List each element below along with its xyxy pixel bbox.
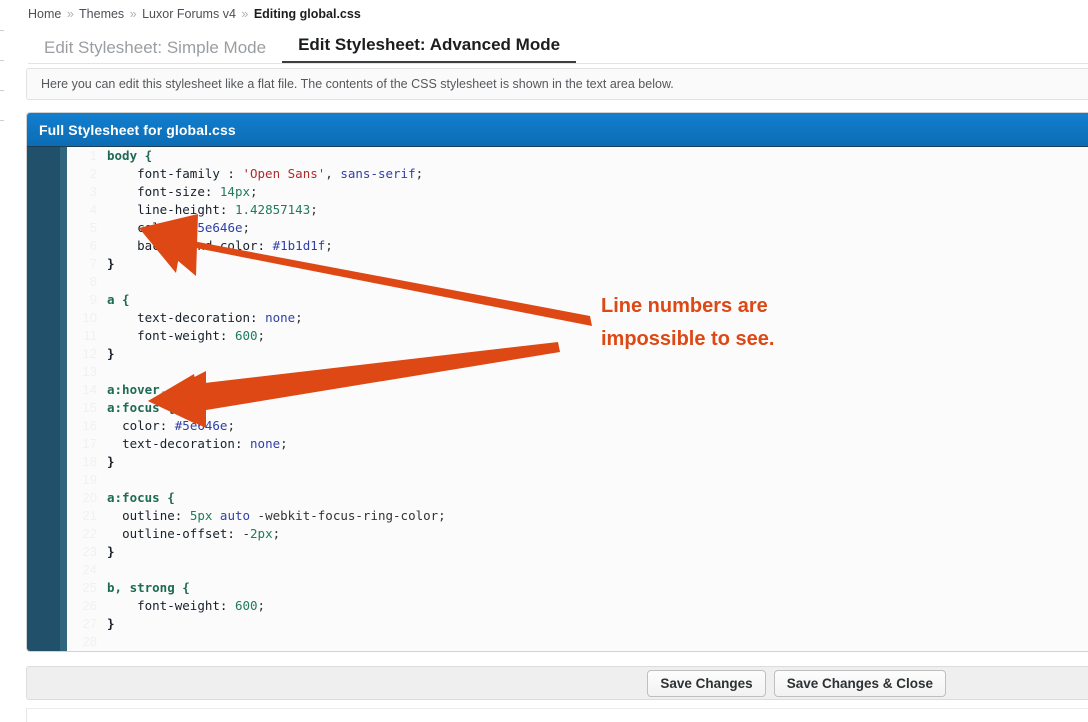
tab-simple-mode[interactable]: Edit Stylesheet: Simple Mode xyxy=(28,39,282,64)
tab-bar: Edit Stylesheet: Simple Mode Edit Styles… xyxy=(28,32,577,64)
line-number: 22 xyxy=(82,526,97,541)
line-number: 8 xyxy=(89,274,97,289)
breadcrumb-item-theme[interactable]: Luxor Forums v4 xyxy=(142,7,236,21)
code-line: 22 outline-offset: -2px; xyxy=(67,525,1088,543)
line-number: 2 xyxy=(89,166,97,181)
code-line: 13 xyxy=(67,363,1088,381)
info-bar: Here you can edit this stylesheet like a… xyxy=(26,68,1088,100)
info-bar-text: Here you can edit this stylesheet like a… xyxy=(41,77,674,91)
line-number: 11 xyxy=(83,328,98,343)
line-number: 25 xyxy=(82,580,97,595)
line-number: 15 xyxy=(82,400,97,415)
line-number: 20 xyxy=(82,490,97,505)
breadcrumb: Home » Themes » Luxor Forums v4 » Editin… xyxy=(28,7,361,21)
code-lines-container[interactable]: 1 body {2 font-family : 'Open Sans', sans… xyxy=(67,147,1088,651)
line-number: 3 xyxy=(89,184,97,199)
code-line: 8 xyxy=(67,273,1088,291)
breadcrumb-current: Editing global.css xyxy=(253,7,361,21)
code-line: 2 font-family : 'Open Sans', sans-serif; xyxy=(67,165,1088,183)
code-line: 6 background-color: #1b1d1f; xyxy=(67,237,1088,255)
line-number: 7 xyxy=(89,256,97,271)
line-number: 19 xyxy=(82,472,97,487)
code-line: 23} xyxy=(67,543,1088,561)
code-line: 12} xyxy=(67,345,1088,363)
code-line: 14 a:hover, xyxy=(67,381,1088,399)
page-bottom-strip xyxy=(26,708,1088,722)
line-number: 21 xyxy=(82,508,97,523)
code-line: 28 xyxy=(67,633,1088,651)
line-number: 16 xyxy=(82,418,97,433)
code-line: 1 body { xyxy=(67,147,1088,165)
line-number: 13 xyxy=(82,364,97,379)
line-number: 18 xyxy=(82,454,97,469)
panel-title: Full Stylesheet for global.css xyxy=(39,121,236,138)
line-number: 17 xyxy=(82,436,97,451)
code-line: 10 text-decoration: none; xyxy=(67,309,1088,327)
code-line: 15 a:focus { xyxy=(67,399,1088,417)
line-number: 4 xyxy=(89,202,97,217)
code-line: 4 line-height: 1.42857143; xyxy=(67,201,1088,219)
editor-gutter xyxy=(27,147,60,651)
code-line: 7} xyxy=(67,255,1088,273)
code-line: 9a { xyxy=(67,291,1088,309)
footer-action-bar: Save Changes Save Changes & Close xyxy=(26,666,1088,700)
breadcrumb-item-home[interactable]: Home xyxy=(28,7,61,21)
breadcrumb-separator: » xyxy=(241,7,249,21)
line-number: 5 xyxy=(89,220,97,235)
line-number: 24 xyxy=(82,562,97,577)
line-number: 27 xyxy=(82,616,97,631)
code-line: 25 b, strong { xyxy=(67,579,1088,597)
tab-advanced-mode[interactable]: Edit Stylesheet: Advanced Mode xyxy=(282,36,577,64)
line-number: 1 xyxy=(89,148,97,163)
breadcrumb-separator: » xyxy=(129,7,137,21)
code-line: 17 text-decoration: none; xyxy=(67,435,1088,453)
window-left-edge xyxy=(0,0,4,722)
code-line: 24 xyxy=(67,561,1088,579)
line-number: 23 xyxy=(82,544,97,559)
save-changes-button[interactable]: Save Changes xyxy=(647,669,766,697)
code-line: 19 xyxy=(67,471,1088,489)
breadcrumb-item-themes[interactable]: Themes xyxy=(79,7,124,21)
code-line: 16 color: #5e646e; xyxy=(67,417,1088,435)
line-number: 10 xyxy=(82,310,97,325)
line-number: 12 xyxy=(82,346,97,361)
line-number: 6 xyxy=(89,238,97,253)
tab-bar-divider xyxy=(28,63,1088,64)
code-line: 26 font-weight: 600; xyxy=(67,597,1088,615)
breadcrumb-separator: » xyxy=(66,7,74,21)
panel-header: Full Stylesheet for global.css xyxy=(27,113,1088,147)
code-line: 5 color: #5e646e; xyxy=(67,219,1088,237)
line-number: 14 xyxy=(82,382,97,397)
code-line: 20 a:focus { xyxy=(67,489,1088,507)
code-line: 3 font-size: 14px; xyxy=(67,183,1088,201)
stylesheet-panel: Full Stylesheet for global.css 1 body {2 … xyxy=(26,112,1088,652)
editor-gutter-accent xyxy=(60,147,67,651)
line-number: 28 xyxy=(82,634,97,649)
code-editor[interactable]: 1 body {2 font-family : 'Open Sans', sans… xyxy=(27,147,1088,651)
code-line: 18} xyxy=(67,453,1088,471)
code-line: 11 font-weight: 600; xyxy=(67,327,1088,345)
line-number: 9 xyxy=(89,292,97,307)
code-line: 21 outline: 5px auto -webkit-focus-ring-… xyxy=(67,507,1088,525)
code-line: 27} xyxy=(67,615,1088,633)
line-number: 26 xyxy=(82,598,97,613)
save-changes-close-button[interactable]: Save Changes & Close xyxy=(773,669,946,697)
